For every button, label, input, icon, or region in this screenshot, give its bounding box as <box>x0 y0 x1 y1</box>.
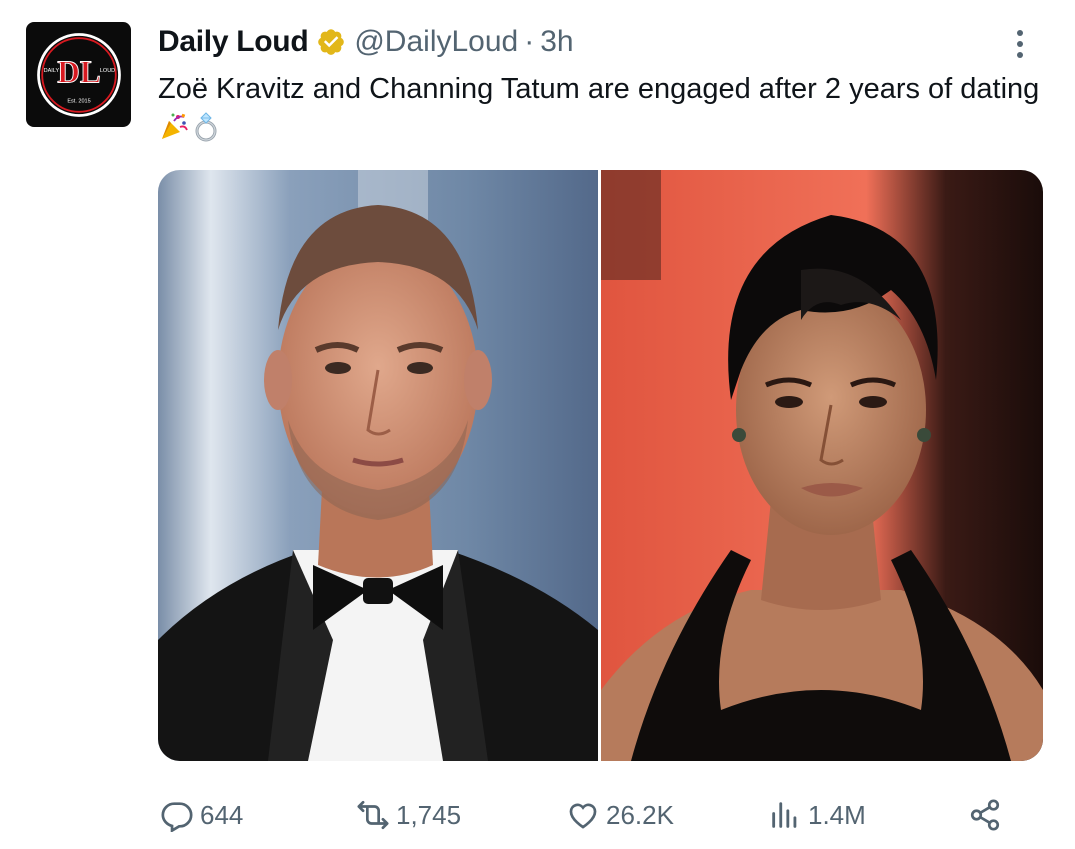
retweet-count: 1,745 <box>396 799 462 830</box>
view-count: 1.4M <box>808 799 866 830</box>
ring-icon <box>190 111 222 143</box>
tweet-header: Daily Loud @DailyLoud · 3h <box>158 22 574 62</box>
display-name[interactable]: Daily Loud <box>158 25 309 59</box>
share-icon <box>970 799 1000 831</box>
avatar[interactable]: DL DAILY LOUD Est. 2015 <box>26 22 131 127</box>
logo-left-text: DAILY <box>43 68 59 74</box>
photo-channing-tatum[interactable] <box>158 170 598 761</box>
logo-letters: DL <box>57 54 100 89</box>
reply-count: 644 <box>200 799 244 830</box>
more-options-icon[interactable] <box>1006 24 1034 64</box>
photo-zoe-kravitz[interactable] <box>601 170 1043 761</box>
tweet-media[interactable] <box>158 170 1043 761</box>
like-count: 26.2K <box>606 799 674 830</box>
reply-button[interactable]: 644 <box>160 798 243 832</box>
verified-badge-icon[interactable] <box>316 27 346 57</box>
separator-dot: · <box>524 25 535 58</box>
tweet-text: Zoë Kravitz and Channing Tatum are engag… <box>158 70 1048 148</box>
retweet-icon <box>357 800 389 830</box>
timestamp[interactable]: 3h <box>540 25 573 59</box>
reply-icon <box>161 802 193 832</box>
tweet-body: Zoë Kravitz and Channing Tatum are engag… <box>158 73 1040 105</box>
user-handle[interactable]: @DailyLoud <box>354 25 518 59</box>
heart-icon <box>569 803 597 829</box>
views-chart-icon <box>772 802 797 828</box>
logo-right-text: LOUD <box>99 68 114 74</box>
like-button[interactable]: 26.2K <box>566 798 674 832</box>
logo-bottom-text: Est. 2015 <box>67 98 90 104</box>
daily-loud-logo: DL DAILY LOUD Est. 2015 <box>36 32 121 117</box>
views-button[interactable]: 1.4M <box>768 798 866 832</box>
share-button[interactable] <box>968 798 1002 832</box>
party-popper-icon <box>158 111 190 143</box>
retweet-button[interactable]: 1,745 <box>356 798 461 832</box>
action-bar: 644 1,745 26.2K 1.4M <box>160 790 1020 840</box>
